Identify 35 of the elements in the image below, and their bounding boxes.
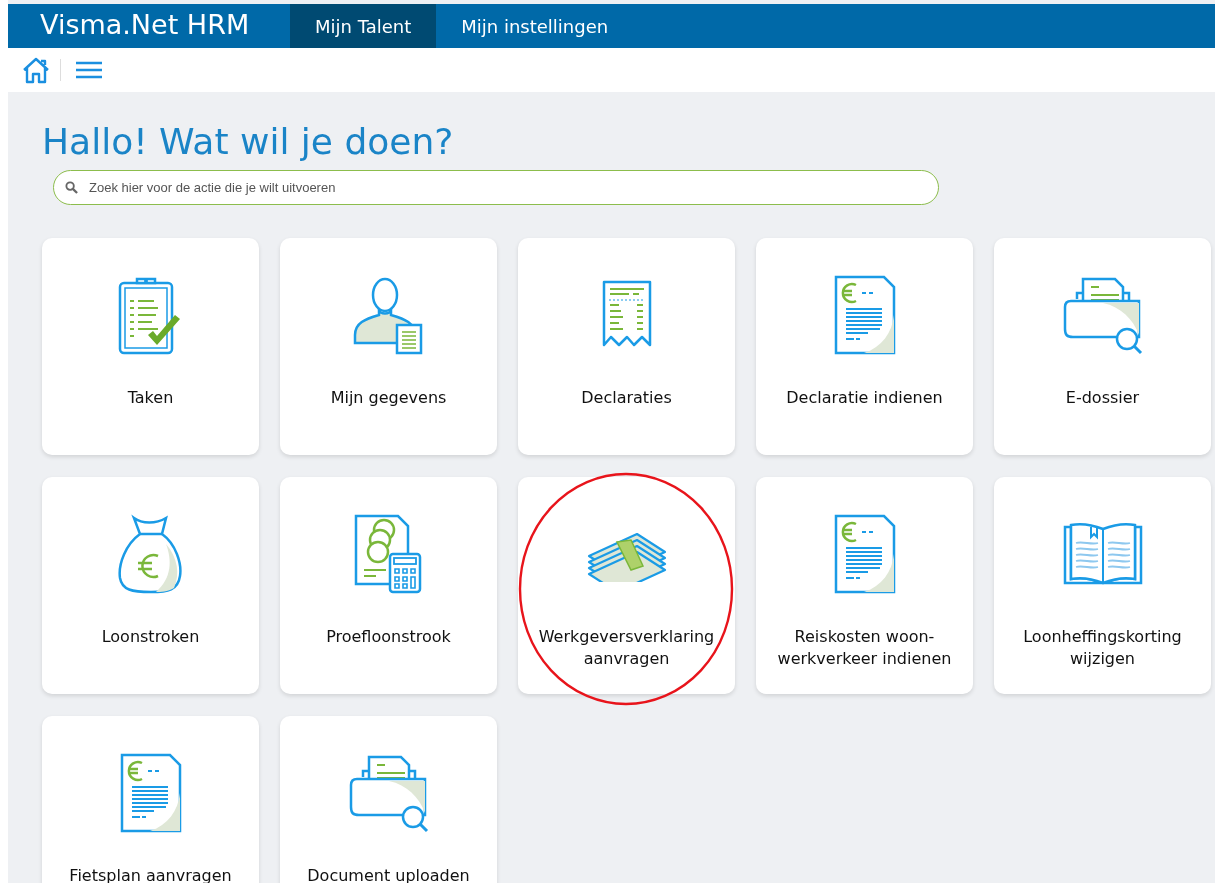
action-tile[interactable]: Declaraties <box>518 238 735 455</box>
money-bag-icon <box>117 514 184 594</box>
tile-label: Reiskosten woon-werkverkeer indienen <box>776 626 953 670</box>
coins-calculator-icon <box>353 514 424 594</box>
search-field[interactable]: Zoek hier voor de actie die je wilt uitvoeren <box>53 170 939 205</box>
action-tile[interactable]: Declaratie indienen <box>756 238 973 455</box>
euro-document-icon <box>833 275 896 355</box>
tile-label: Loonstroken <box>100 626 201 648</box>
tile-label: Declaraties <box>580 387 673 409</box>
tile-label: Taken <box>126 387 175 409</box>
nav-tab[interactable]: Mijn Talent <box>290 4 437 48</box>
action-tile[interactable]: E-dossier <box>994 238 1211 455</box>
action-tile[interactable]: Werkgeversverklaring aanvragen <box>518 477 735 694</box>
euro-document-icon <box>119 753 182 833</box>
euro-document-icon <box>833 514 896 594</box>
open-book-icon <box>1062 521 1143 587</box>
page-heading: Hallo! Wat wil je doen? <box>42 120 455 164</box>
tile-label: Loonheffingskorting wijzigen <box>1022 626 1183 670</box>
action-tile[interactable]: Loonstroken <box>42 477 259 694</box>
action-tile[interactable]: Taken <box>42 238 259 455</box>
brand-title: Visma.Net HRM <box>39 8 251 42</box>
action-tile[interactable]: Mijn gegevens <box>280 238 497 455</box>
person-clipboard-icon <box>352 275 425 355</box>
tile-label: Werkgeversverklaring aanvragen <box>537 626 716 670</box>
folder-search-icon <box>348 753 429 833</box>
folder-search-icon <box>1062 275 1143 355</box>
menu-icon[interactable] <box>75 60 103 80</box>
action-tile[interactable]: Loonheffingskorting wijzigen <box>994 477 1211 694</box>
tile-label: Declaratie indienen <box>785 387 944 409</box>
home-icon[interactable] <box>22 56 50 84</box>
action-tile[interactable]: Reiskosten woon-werkverkeer indienen <box>756 477 973 694</box>
action-tile[interactable]: Proefloonstrook <box>280 477 497 694</box>
tile-label: Proefloonstrook <box>325 626 452 648</box>
tile-label: E-dossier <box>1064 387 1141 409</box>
tile-label: Mijn gegevens <box>329 387 448 409</box>
